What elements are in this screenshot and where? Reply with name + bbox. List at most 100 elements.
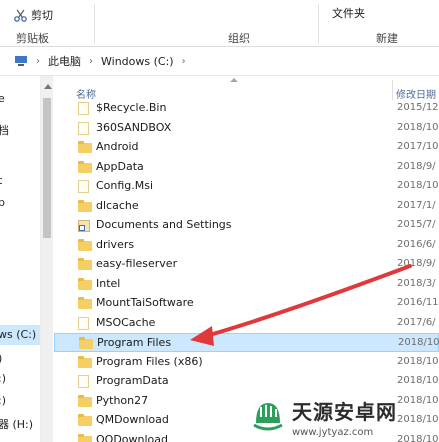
folder-icon	[78, 180, 92, 193]
group-new-label: 新建	[376, 32, 398, 45]
folder-icon	[78, 238, 92, 251]
folder-icon	[78, 102, 92, 115]
ribbon: 剪切 文件夹 剪贴板 组织 新建	[0, 0, 439, 47]
file-name: easy-fileserver	[96, 257, 178, 270]
file-name: 360SANDBOX	[96, 120, 172, 134]
computer-icon	[15, 56, 27, 66]
sidebar-item[interactable]: 器 (H:)	[0, 416, 33, 432]
group-organize-label: 组织	[228, 32, 250, 45]
chevron-right-icon: ›	[36, 55, 40, 67]
file-date: 2018/3/	[397, 277, 436, 289]
folder-icon	[78, 414, 92, 426]
file-name: Config.Msi	[96, 179, 154, 192]
file-row[interactable]: 360SANDBOX 2018/10	[54, 119, 439, 138]
file-date: 2018/9/	[397, 258, 436, 269]
ribbon-divider	[318, 4, 319, 44]
file-date: 2018/10	[398, 337, 439, 348]
breadcrumb-this-pc[interactable]: 此电脑	[48, 53, 81, 69]
file-row[interactable]: AppData 2018/9/	[54, 158, 439, 177]
breadcrumb-drive[interactable]: Windows (C:)	[101, 55, 174, 68]
folder-icon	[78, 316, 92, 330]
file-date: 2018/10	[397, 180, 439, 191]
file-row[interactable]: Program Files 2018/10	[54, 333, 439, 352]
file-row[interactable]: dlcache 2017/1/	[54, 197, 439, 216]
file-row[interactable]: Program Files (x86) 2018/10	[54, 353, 439, 372]
file-name: Python27	[96, 393, 149, 407]
file-row[interactable]: Intel 2018/3/	[54, 275, 439, 294]
address-bar[interactable]: › 此电脑 › Windows (C:) ›	[0, 47, 439, 76]
watermark-title: 天源安卓网	[292, 400, 397, 424]
file-row[interactable]: Documents and Settings 2015/7/	[54, 216, 439, 235]
chevron-right-icon: ›	[181, 55, 186, 67]
folder-icon	[78, 258, 92, 270]
sidebar-scrollbar[interactable]	[41, 76, 53, 442]
folder-icon	[78, 121, 92, 135]
file-row[interactable]: drivers 2016/6/	[54, 236, 439, 255]
file-name: Intel	[96, 276, 121, 290]
file-date: 2015/12	[397, 102, 439, 113]
file-row[interactable]: $Recycle.Bin 2015/12	[54, 99, 439, 118]
new-folder-button[interactable]: 文件夹	[332, 5, 365, 21]
file-name: ProgramData	[96, 374, 169, 387]
file-date: 2017/10	[397, 141, 439, 152]
file-date: 2018/9/	[397, 160, 436, 172]
cut-button[interactable]: 剪切	[14, 7, 53, 23]
folder-icon	[78, 141, 92, 153]
file-name: QMDownload	[96, 413, 169, 426]
file-date: 2018/10	[397, 121, 439, 133]
ribbon-divider	[94, 4, 95, 44]
file-name: QQDownload	[96, 432, 168, 442]
scroll-up-icon[interactable]	[44, 84, 52, 89]
file-row[interactable]: MountTaiSoftware 2016/11	[54, 294, 439, 313]
file-date: 2017/6/	[397, 316, 436, 328]
file-date: 2018/10	[397, 375, 439, 386]
file-name: drivers	[96, 237, 135, 251]
sort-ascending-icon	[230, 78, 238, 82]
file-name: $Recycle.Bin	[96, 101, 167, 114]
folder-icon	[78, 375, 92, 388]
file-date: 2016/11	[397, 297, 439, 308]
column-divider[interactable]	[392, 80, 393, 100]
folder-icon	[78, 394, 92, 407]
sidebar-item[interactable]: :)	[0, 372, 6, 385]
scrollbar-thumb[interactable]	[43, 98, 51, 238]
sidebar-item[interactable]: )	[0, 352, 2, 365]
file-date: 2015/7/	[397, 219, 436, 230]
scissors-icon	[14, 9, 27, 22]
file-list: 名称 修改日期 $Recycle.Bin 2015/12 360SANDBOX 201…	[54, 76, 439, 442]
sidebar-item[interactable]: e	[0, 92, 5, 105]
file-name: Program Files	[97, 336, 172, 349]
file-date: 2016/6/	[397, 238, 436, 250]
logo-icon	[253, 403, 283, 431]
sidebar-item[interactable]: p	[0, 196, 5, 209]
folder-icon	[78, 199, 92, 212]
sidebar-item-drive-c[interactable]: ws (C:)	[0, 325, 40, 345]
file-name: MountTaiSoftware	[96, 296, 194, 309]
sidebar-item-label: ws (C:)	[0, 328, 37, 341]
file-name: dlcache	[96, 198, 139, 212]
file-row[interactable]: Android 2017/10	[54, 138, 439, 157]
folder-icon	[78, 160, 92, 173]
shortcut-folder-icon	[78, 219, 92, 232]
file-name: AppData	[96, 159, 144, 173]
file-row[interactable]: easy-fileserver 2018/9/	[54, 255, 439, 274]
cut-label: 剪切	[31, 9, 53, 22]
file-date: 2017/1/	[397, 199, 436, 211]
folder-icon	[78, 277, 92, 290]
sidebar-item[interactable]: 档	[0, 122, 9, 138]
sidebar-item[interactable]: :)	[0, 394, 6, 407]
file-row[interactable]: ProgramData 2018/10	[54, 372, 439, 391]
file-date: 2018/10	[397, 355, 439, 367]
chevron-right-icon: ›	[89, 55, 93, 67]
folder-icon	[78, 433, 92, 442]
file-name: Program Files (x86)	[96, 354, 203, 368]
watermark: 天源安卓网 www.jytyaz.com	[248, 392, 439, 442]
group-clipboard-label: 剪贴板	[16, 32, 49, 45]
file-row[interactable]: Config.Msi 2018/10	[54, 177, 439, 196]
file-name: Android	[96, 140, 139, 153]
folder-icon	[78, 355, 92, 368]
file-name: Documents and Settings	[96, 218, 232, 231]
file-row[interactable]: MSOCache 2017/6/	[54, 314, 439, 333]
sidebar-item[interactable]: t	[0, 174, 2, 187]
navigation-pane: e 档 t p ws (C:) ) :) :) 器 (H:)	[0, 76, 41, 442]
